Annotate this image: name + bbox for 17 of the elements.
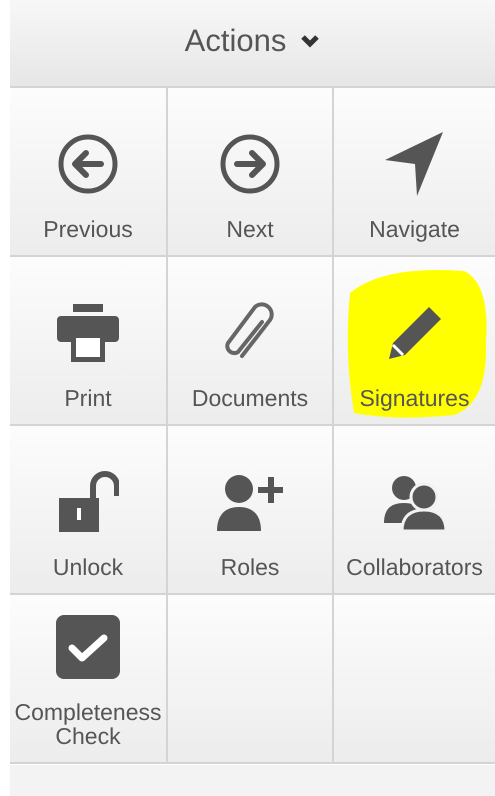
printer-icon xyxy=(57,304,119,362)
navigation-arrow-icon xyxy=(384,132,444,196)
action-button[interactable]: Print xyxy=(10,257,168,426)
add-person-icon xyxy=(217,472,283,531)
action-button[interactable]: Unlock xyxy=(10,426,168,595)
actions-menu-header[interactable]: Actions xyxy=(10,0,495,88)
action-button[interactable]: Roles xyxy=(168,426,334,595)
action-button[interactable]: Navigate xyxy=(334,88,495,257)
action-button[interactable]: Documents xyxy=(168,257,334,426)
action-button[interactable]: Signatures xyxy=(334,257,495,426)
action-button[interactable]: Previous xyxy=(10,88,168,257)
checkbox-icon xyxy=(56,614,120,679)
action-button[interactable]: Completeness Check xyxy=(10,595,168,764)
action-button[interactable]: Next xyxy=(168,88,334,257)
action-button[interactable]: Collaborators xyxy=(334,426,495,595)
chevron-down-icon xyxy=(300,34,320,48)
unlocked-padlock-icon xyxy=(57,470,119,534)
